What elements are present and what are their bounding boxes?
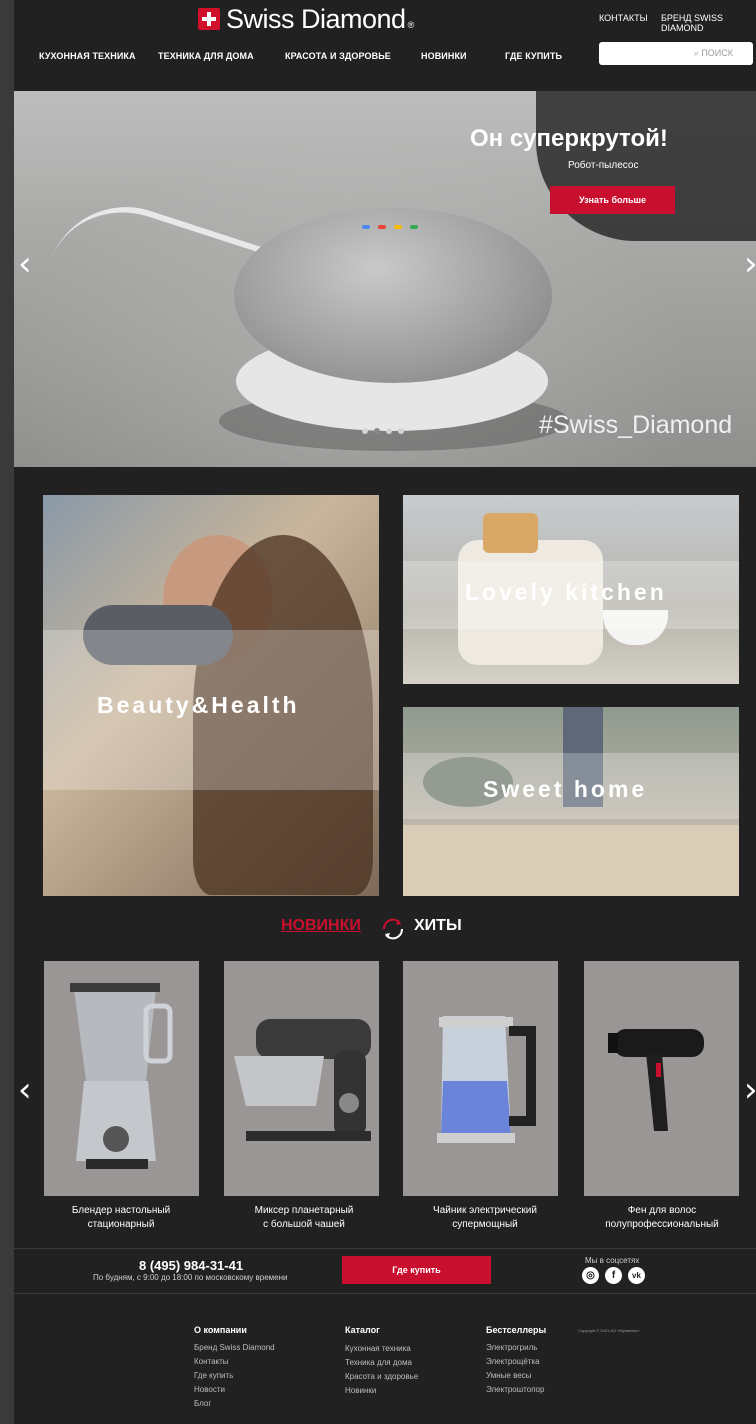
nav-kitchen-appliances[interactable]: КУХОННАЯ ТЕХНИКА	[39, 51, 136, 61]
phone-number[interactable]: 8 (495) 984-31-41	[139, 1258, 243, 1273]
carpet-image	[403, 825, 739, 896]
product-card-hair-dryer[interactable]	[584, 961, 739, 1196]
tab-hits[interactable]: ХИТЫ	[414, 917, 462, 935]
footer-link[interactable]: Техника для дома	[345, 1358, 412, 1367]
footer-bestsellers-title: Бестселлеры	[486, 1325, 547, 1335]
instagram-icon[interactable]: ◎	[582, 1267, 599, 1284]
slider-dots	[362, 428, 404, 434]
product-name[interactable]: Миксер планетарный с большой чашей	[224, 1204, 384, 1232]
logo-text: Swiss Diamond	[226, 3, 406, 34]
social-label: Мы в соцсетях	[585, 1256, 640, 1265]
copyright: Copyright © 2021 АО «Мулинекс»	[578, 1328, 640, 1333]
slider-dot[interactable]	[398, 428, 404, 434]
hero-title: Он суперкрутой!	[470, 125, 668, 152]
product-card-blender[interactable]	[44, 961, 199, 1196]
product-name[interactable]: Чайник электрический супермощный	[405, 1204, 565, 1232]
footer-link[interactable]: Электроштопор	[486, 1385, 544, 1394]
toast-image	[483, 513, 538, 553]
product-card-mixer[interactable]	[224, 961, 379, 1196]
footer-link[interactable]: Кухонная техника	[345, 1344, 411, 1353]
hero-product-image	[234, 208, 552, 383]
tab-new[interactable]: НОВИНКИ	[281, 917, 361, 935]
hair-dryer-icon	[608, 1029, 704, 1131]
where-to-buy-button[interactable]: Где купить	[342, 1256, 491, 1284]
swiss-cross-icon	[198, 8, 220, 30]
kettle-image	[437, 1016, 536, 1143]
category-label: Sweet home	[483, 776, 648, 802]
slider-dot[interactable]	[362, 428, 368, 434]
product-name[interactable]: Блендер настольный стационарный	[41, 1204, 201, 1232]
working-hours: По будням, с 9:00 до 18:00 по московском…	[93, 1273, 288, 1282]
hero-prev-arrow-icon[interactable]: ‹	[18, 244, 32, 284]
product-name[interactable]: Фен для волос полупрофессиональный	[582, 1204, 742, 1232]
footer-link[interactable]: Бренд Swiss Diamond	[194, 1343, 275, 1352]
hero-next-arrow-icon[interactable]: ›	[744, 244, 756, 284]
brand-link[interactable]: БРЕНД SWISS DIAMOND	[661, 13, 756, 33]
footer-link[interactable]: Где купить	[194, 1371, 233, 1380]
mixer-image	[234, 1019, 371, 1141]
footer-link[interactable]: Электрощётка	[486, 1357, 540, 1366]
category-label: Beauty&Health	[97, 692, 300, 718]
category-beauty-health[interactable]: Beauty&Health	[43, 495, 379, 896]
category-label: Lovely kitchen	[465, 579, 667, 605]
footer-link[interactable]: Новости	[194, 1385, 225, 1394]
logo-registered-mark: ®	[407, 20, 415, 30]
divider	[14, 1248, 756, 1249]
search-icon: ⌕	[693, 49, 699, 59]
contacts-link[interactable]: КОНТАКТЫ	[599, 13, 648, 23]
footer-link[interactable]: Красота и здоровье	[345, 1372, 418, 1381]
category-home[interactable]: Sweet home	[403, 707, 739, 896]
facebook-icon[interactable]: f	[605, 1267, 622, 1284]
footer-link[interactable]: Блог	[194, 1399, 211, 1408]
footer-link[interactable]: Контакты	[194, 1357, 229, 1366]
hero-hashtag: #Swiss_Diamond	[539, 411, 733, 439]
search-input[interactable]: ⌕ ПОИСК	[599, 42, 753, 65]
footer-link[interactable]: Новинки	[345, 1386, 376, 1395]
footer-about-title: О компании	[194, 1325, 247, 1335]
nav-new[interactable]: НОВИНКИ	[421, 51, 467, 61]
divider	[14, 1293, 756, 1294]
hero-subtitle: Робот-пылесос	[568, 160, 639, 171]
footer-catalog-title: Каталог	[345, 1325, 380, 1335]
products-next-arrow-icon[interactable]: ›	[744, 1070, 756, 1110]
search-placeholder-text: ПОИСК	[701, 48, 733, 58]
slider-dot[interactable]	[386, 428, 392, 434]
nav-beauty-health[interactable]: КРАСОТА И ЗДОРОВЬЕ	[285, 51, 391, 61]
nav-home-appliances[interactable]: ТЕХНИКА ДЛЯ ДОМА	[158, 51, 254, 61]
switch-icon[interactable]	[380, 917, 406, 941]
logo[interactable]: Swiss Diamond ®	[198, 4, 414, 34]
learn-more-button[interactable]: Узнать больше	[550, 186, 675, 214]
vk-icon[interactable]: vk	[628, 1267, 645, 1284]
slider-dot-active[interactable]	[374, 428, 380, 434]
footer-link[interactable]: Умные весы	[486, 1371, 531, 1380]
product-card-kettle[interactable]	[403, 961, 558, 1196]
search-placeholder: ⌕ ПОИСК	[694, 48, 733, 59]
category-kitchen[interactable]: Lovely kitchen	[403, 495, 739, 684]
nav-where-to-buy[interactable]: ГДЕ КУПИТЬ	[505, 51, 562, 61]
products-prev-arrow-icon[interactable]: ‹	[18, 1070, 32, 1110]
left-scroll-strip	[0, 0, 14, 1424]
footer-link[interactable]: Электрогриль	[486, 1343, 537, 1352]
blender-image	[70, 983, 173, 1169]
